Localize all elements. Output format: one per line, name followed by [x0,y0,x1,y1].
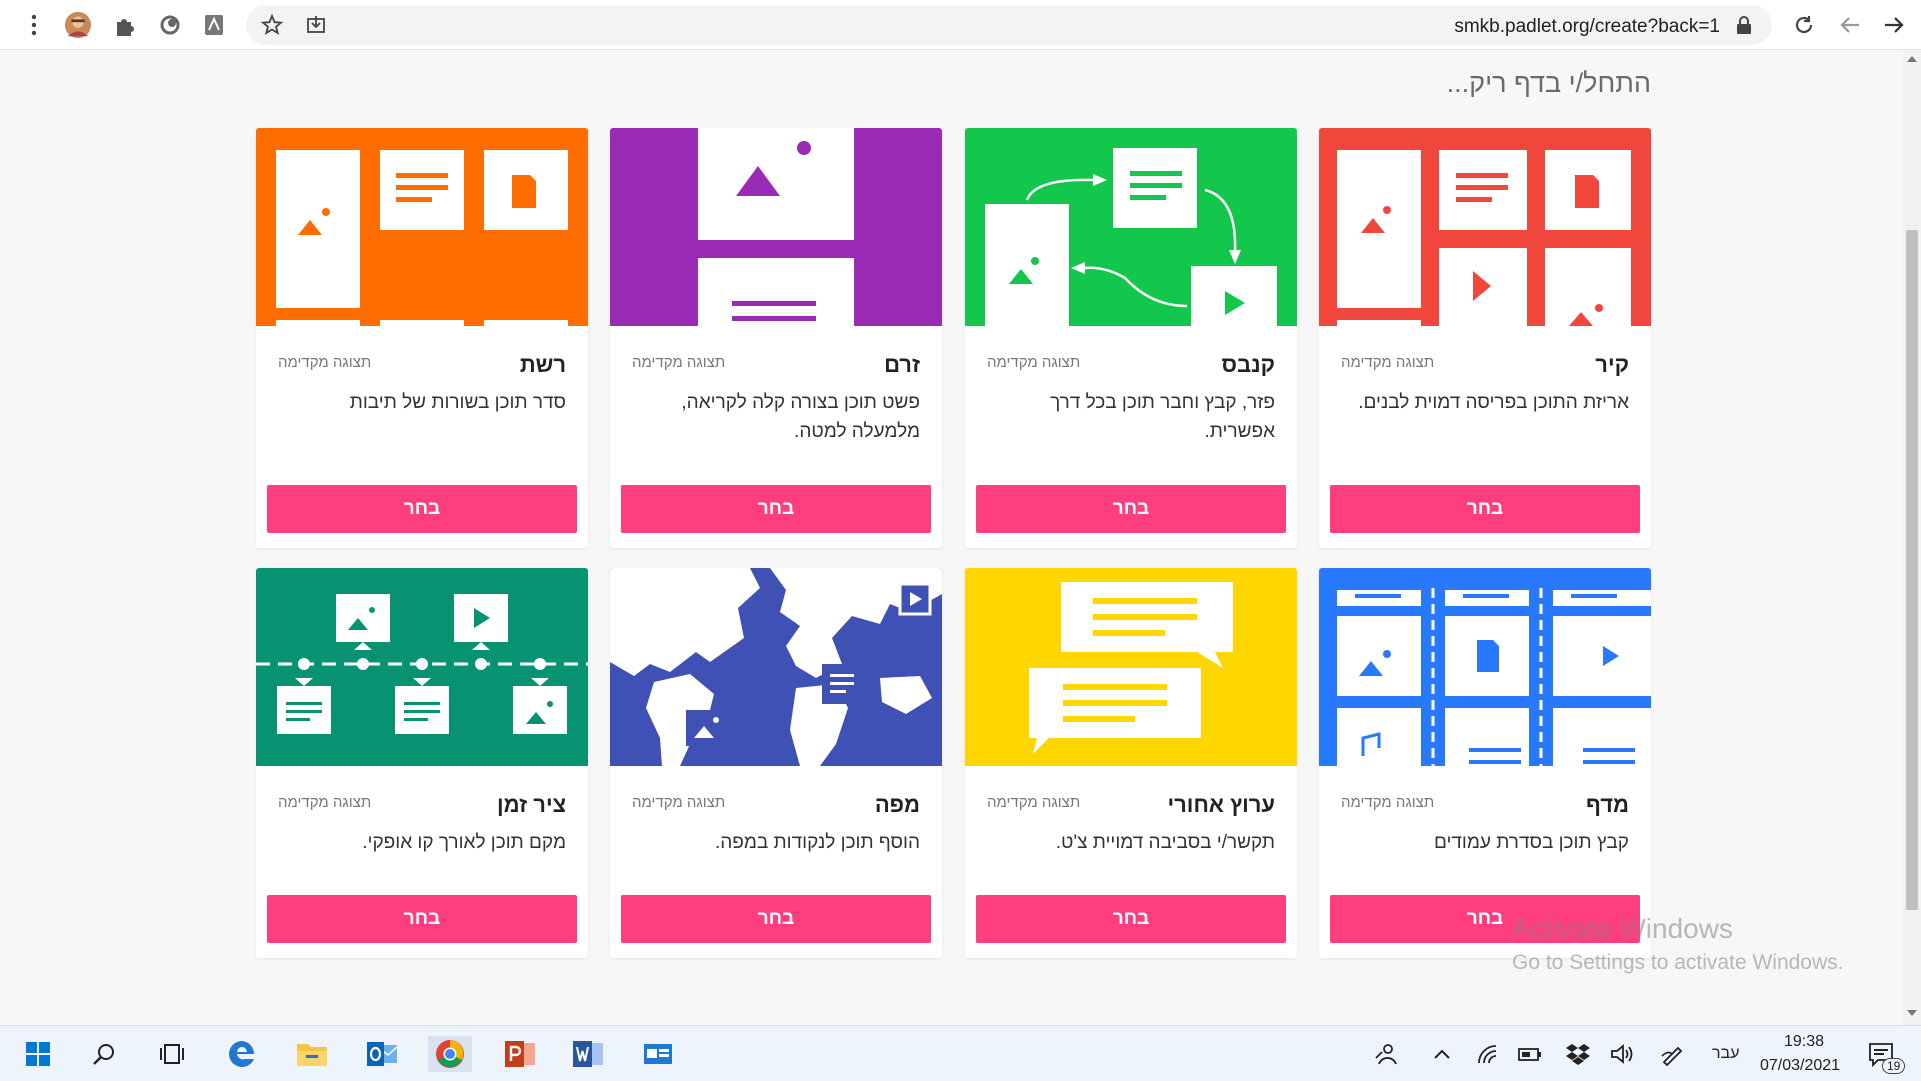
lock-icon[interactable] [1736,16,1752,34]
app-window-icon[interactable] [640,1036,676,1072]
select-button[interactable]: בחר [621,895,931,943]
windows-start-icon[interactable] [20,1036,56,1072]
preview-link[interactable]: תצוגה מקדימה [278,354,371,371]
card-grid[interactable]: רשת תצוגה מקדימה סדר תוכן בשורות של תיבו… [256,128,588,548]
select-button[interactable]: בחר [267,895,577,943]
stream-thumbnail [610,128,942,326]
card-wall[interactable]: קיר תצוגה מקדימה אריזת התוכן בפריסה דמוי… [1319,128,1651,548]
grid-thumbnail [256,128,588,326]
scroll-down-arrow[interactable] [1907,1010,1917,1016]
card-canvas[interactable]: קנבס תצוגה מקדימה פזר, קבץ וחבר תוכן בכל… [965,128,1297,548]
install-app-icon[interactable] [302,11,330,39]
card-title: רשת [519,352,566,377]
activate-windows-watermark: Activate Windows Go to Settings to activ… [1512,913,1844,975]
card-title: קנבס [1221,352,1275,377]
page-scrollbar[interactable] [1903,50,1921,1025]
volume-icon[interactable] [1604,1036,1640,1072]
preview-link[interactable]: תצוגה מקדימה [1341,354,1434,371]
powerpoint-icon[interactable] [502,1036,538,1072]
chrome-icon[interactable] [428,1036,472,1072]
card-title: מפה [874,792,920,817]
preview-link[interactable]: תצוגה מקדימה [987,354,1080,371]
scroll-thumb[interactable] [1906,230,1918,910]
profile-avatar[interactable] [64,11,92,39]
scroll-up-arrow[interactable] [1907,56,1917,62]
notification-count-badge: 19 [1882,1058,1906,1074]
edge-icon[interactable] [224,1036,260,1072]
watermark-subtitle: Go to Settings to activate Windows. [1512,951,1844,974]
dropbox-icon[interactable] [1560,1036,1596,1072]
card-map[interactable]: מפה תצוגה מקדימה הוסף תוכן לנקודות במפה.… [610,568,942,958]
preview-link[interactable]: תצוגה מקדימה [1341,794,1434,811]
card-title: זרם [884,352,920,377]
preview-link[interactable]: תצוגה מקדימה [278,794,371,811]
browser-toolbar: smkb.padlet.org/create?back=1 [0,0,1921,50]
word-icon[interactable] [570,1036,606,1072]
menu-icon[interactable] [20,11,48,39]
windows-taskbar: עבר 19:38 07/03/2021 19 [0,1025,1921,1081]
card-title: קיר [1595,352,1629,377]
canvas-thumbnail [965,128,1297,326]
page-heading: התחל/י בדף ריק... [1446,68,1651,98]
url-text[interactable]: smkb.padlet.org/create?back=1 [1454,16,1720,38]
card-stream[interactable]: זרם תצוגה מקדימה פשט תוכן בצורה קלה לקרי… [610,128,942,548]
preview-link[interactable]: תצוגה מקדימה [987,794,1080,811]
clock-time[interactable]: 19:38 [1784,1033,1824,1051]
pen-icon[interactable] [1654,1036,1690,1072]
pdf-extension-icon[interactable] [200,11,228,39]
select-button[interactable]: בחר [976,485,1286,533]
wall-thumbnail [1319,128,1651,326]
forward-arrow-icon[interactable] [1880,11,1908,39]
card-description: תקשר/י בסביבה דמויית צ'ט. [1055,832,1275,853]
card-description: אריזת התוכן בפריסה דמוית לבנים. [1358,392,1629,413]
card-description: סדר תוכן בשורות של תיבות [349,392,566,413]
extensions-icon[interactable] [110,11,138,39]
card-description: פזר, קבץ וחבר תוכן בכל דרך אפשרית. [1050,392,1275,442]
card-title: ערוץ אחורי [1167,792,1275,817]
shelf-thumbnail [1319,568,1651,766]
card-description: קבץ תוכן בסדרת עמודים [1433,832,1629,853]
file-explorer-icon[interactable] [294,1036,330,1072]
address-bar[interactable]: smkb.padlet.org/create?back=1 [246,5,1772,45]
card-description: מקם תוכן לאורך קו אופקי. [362,832,566,853]
language-indicator[interactable]: עבר [1712,1045,1739,1063]
battery-icon[interactable] [1512,1036,1548,1072]
select-button[interactable]: בחר [267,485,577,533]
outlook-icon[interactable] [364,1036,400,1072]
back-arrow-icon[interactable] [1836,11,1864,39]
wifi-icon[interactable] [1470,1036,1506,1072]
backchannel-thumbnail [965,568,1297,766]
card-title: מדף [1586,792,1629,817]
select-button[interactable]: בחר [621,485,931,533]
timeline-thumbnail [256,568,588,766]
card-title: ציר זמן [496,792,566,817]
select-button[interactable]: בחר [1330,485,1640,533]
card-description: הוסף תוכן לנקודות במפה. [714,832,920,853]
watermark-title: Activate Windows [1512,913,1733,944]
card-shelf[interactable]: מדף תצוגה מקדימה קבץ תוכן בסדרת עמודים ב… [1319,568,1651,958]
card-backchannel[interactable]: ערוץ אחורי תצוגה מקדימה תקשר/י בסביבה דמ… [965,568,1297,958]
preview-link[interactable]: תצוגה מקדימה [632,794,725,811]
map-thumbnail [610,568,942,766]
search-icon[interactable] [86,1036,122,1072]
bookmark-star-icon[interactable] [258,11,286,39]
extension-circle-icon[interactable] [156,11,184,39]
people-icon[interactable] [1368,1036,1404,1072]
select-button[interactable]: בחר [976,895,1286,943]
card-description: פשט תוכן בצורה קלה לקריאה, מלמעלה למטה. [681,392,920,442]
tray-expand-icon[interactable] [1424,1036,1460,1072]
clock-date[interactable]: 07/03/2021 [1760,1057,1840,1075]
task-view-icon[interactable] [154,1036,190,1072]
reload-icon[interactable] [1790,11,1818,39]
preview-link[interactable]: תצוגה מקדימה [632,354,725,371]
card-timeline[interactable]: ציר זמן תצוגה מקדימה מקם תוכן לאורך קו א… [256,568,588,958]
